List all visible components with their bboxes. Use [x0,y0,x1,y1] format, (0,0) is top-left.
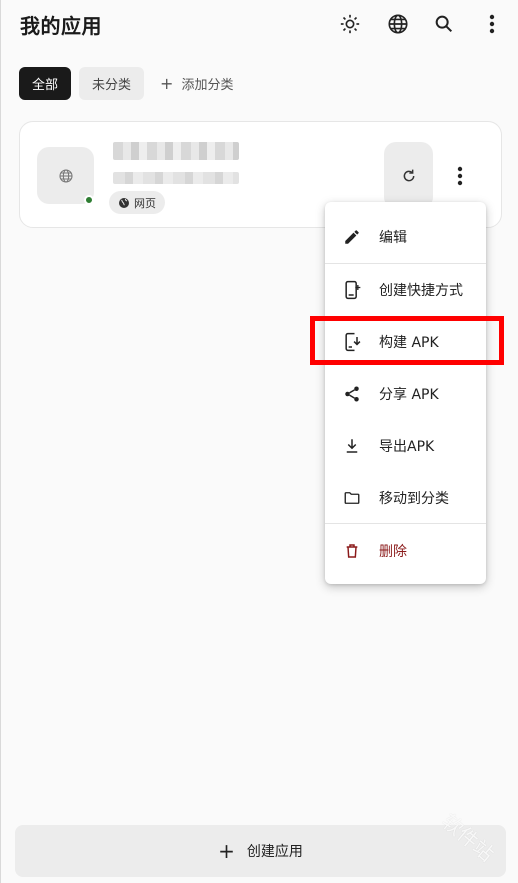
menu-item-create-shortcut[interactable]: 创建快捷方式 [325,264,486,316]
edit-icon [341,226,363,248]
more-vert-icon[interactable] [478,10,506,38]
category-chips: 全部 未分类 + 添加分类 [19,67,249,100]
card-more-button[interactable] [448,162,472,190]
app-bar: 我的应用 [1,0,518,48]
add-shortcut-icon [341,279,363,301]
menu-item-label: 删除 [379,544,407,560]
plus-icon: + [160,74,174,93]
menu-item-label: 移动到分类 [379,491,449,507]
chip-all[interactable]: 全部 [19,67,72,100]
app-name-redacted [113,142,239,160]
search-icon[interactable] [430,10,458,38]
menu-item-label: 导出APK [379,439,435,455]
globe-icon [119,197,129,208]
app-url-redacted [113,172,239,184]
menu-item-export-apk[interactable]: 导出APK [325,420,486,472]
create-app-label: 创建应用 [246,844,303,860]
folder-icon [341,487,363,509]
refresh-button[interactable] [384,142,433,209]
plus-icon: + [218,839,235,863]
web-icon [58,168,73,183]
chip-all-label: 全部 [32,78,59,93]
menu-item-label: 分享 APK [379,387,439,403]
type-badge-label: 网页 [134,196,156,210]
highlight-box [310,316,504,365]
menu-item-label: 创建快捷方式 [379,283,463,299]
download-icon [341,435,363,457]
chip-uncategorized-label: 未分类 [92,78,132,93]
globe-icon[interactable] [384,10,412,38]
menu-item-label: 编辑 [379,230,407,246]
menu-divider [325,523,486,524]
more-vert-icon [457,166,463,186]
add-category-label: 添加分类 [181,78,234,93]
add-category-button[interactable]: + 添加分类 [152,67,241,100]
status-dot [84,195,94,205]
menu-item-share-apk[interactable]: 分享 APK [325,368,486,420]
menu-item-delete[interactable]: 删除 [325,525,486,577]
page-title: 我的应用 [20,14,102,38]
brightness-icon[interactable] [336,10,364,38]
context-menu: 编辑 创建快捷方式 构建 APK 分享 APK 导出APK 移动到分类 删除 [325,202,486,584]
menu-item-edit[interactable]: 编辑 [325,211,486,263]
delete-icon [341,540,363,562]
refresh-icon [403,169,414,181]
menu-item-move-to-category[interactable]: 移动到分类 [325,472,486,524]
chip-uncategorized[interactable]: 未分类 [79,67,145,100]
type-badge: 网页 [109,191,165,214]
share-icon [341,383,363,405]
create-app-button[interactable]: + 创建应用 [15,825,506,877]
